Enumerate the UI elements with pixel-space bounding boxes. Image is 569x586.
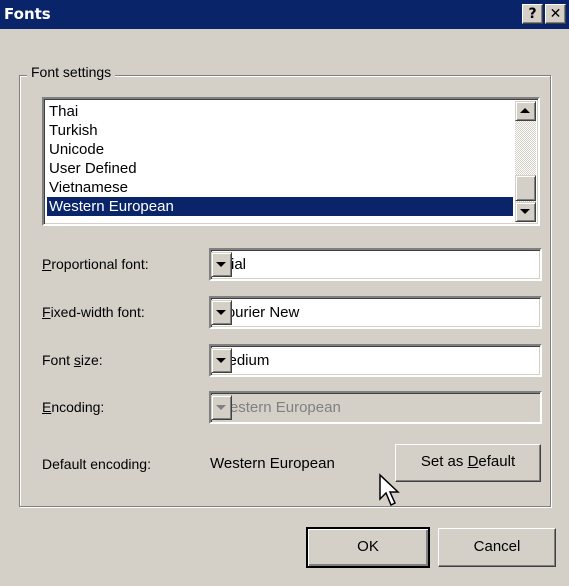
dropdown-button xyxy=(211,395,232,420)
list-scrollbar[interactable] xyxy=(515,101,536,222)
close-icon: ✕ xyxy=(549,6,562,22)
scroll-up-button[interactable] xyxy=(515,101,536,121)
ok-button[interactable]: OK xyxy=(306,527,430,568)
proportional-font-select[interactable]: Arial xyxy=(209,248,542,281)
font-size-label: Font size: xyxy=(42,352,103,368)
encoding-value: Western European xyxy=(216,399,341,416)
chevron-down-icon xyxy=(216,262,226,267)
dropdown-button[interactable] xyxy=(211,300,232,325)
scroll-down-button[interactable] xyxy=(515,202,536,222)
arrow-up-icon xyxy=(520,108,530,113)
chevron-down-icon xyxy=(216,405,226,410)
character-set-list[interactable]: Thai Turkish Unicode User Defined Vietna… xyxy=(42,97,540,226)
set-as-default-button[interactable]: Set as Default xyxy=(395,444,541,482)
arrow-down-icon xyxy=(520,209,530,214)
mouse-pointer-icon xyxy=(379,473,400,507)
dropdown-button[interactable] xyxy=(211,252,232,277)
scroll-thumb[interactable] xyxy=(515,175,536,201)
encoding-label: Encoding: xyxy=(42,399,105,415)
chevron-down-icon xyxy=(216,310,226,315)
fixed-width-font-select[interactable]: Courier New xyxy=(209,296,542,329)
list-item[interactable]: User Defined xyxy=(47,159,513,178)
font-size-select[interactable]: Medium xyxy=(209,344,542,377)
title-bar: Fonts ? ✕ xyxy=(0,0,569,29)
list-item-selected[interactable]: Western European xyxy=(47,197,513,216)
font-settings-label: Font settings xyxy=(27,64,116,80)
encoding-select: Western European xyxy=(209,391,542,424)
list-item[interactable]: Vietnamese xyxy=(47,178,513,197)
fixed-width-font-label: Fixed-width font: xyxy=(42,304,145,320)
list-item[interactable]: Turkish xyxy=(47,121,513,140)
close-button[interactable]: ✕ xyxy=(545,4,566,24)
window-title: Fonts xyxy=(4,5,51,23)
proportional-font-label: Proportional font: xyxy=(42,256,149,272)
question-mark-icon: ? xyxy=(528,6,537,22)
list-item[interactable]: Thai xyxy=(47,102,513,121)
help-button[interactable]: ? xyxy=(522,4,543,24)
chevron-down-icon xyxy=(216,358,226,363)
list-item[interactable]: Unicode xyxy=(47,140,513,159)
dropdown-button[interactable] xyxy=(211,348,232,373)
cancel-button[interactable]: Cancel xyxy=(438,528,556,567)
default-encoding-label: Default encoding: xyxy=(42,456,151,472)
default-encoding-value: Western European xyxy=(210,455,335,472)
